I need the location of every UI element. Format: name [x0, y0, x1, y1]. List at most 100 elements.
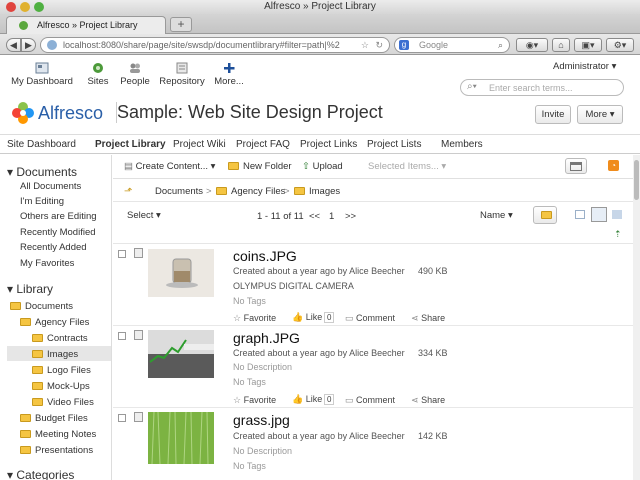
nav-more[interactable]: More...	[212, 62, 246, 87]
browser-search-bar[interactable]: g Google ⌕	[394, 37, 510, 53]
tree-budget-files[interactable]: Budget Files	[20, 413, 88, 424]
grass-thumbnail[interactable]	[148, 412, 214, 464]
new-folder-button[interactable]: New Folder	[228, 161, 292, 172]
tree-presentations[interactable]: Presentations	[20, 445, 93, 456]
site-nav-project-wiki[interactable]: Project Wiki	[173, 139, 226, 150]
filter-im-editing[interactable]: I'm Editing	[20, 196, 64, 207]
categories-section-header[interactable]: ▾ Categories	[7, 468, 74, 480]
upload-arrow-icon[interactable]: ⇡	[614, 229, 622, 240]
site-nav-dashboard[interactable]: Site Dashboard	[7, 139, 76, 150]
zoom-window-icon[interactable]	[34, 2, 44, 12]
folder-icon	[540, 211, 552, 219]
home-icon[interactable]: ⌂	[552, 38, 570, 52]
filter-recently-added[interactable]: Recently Added	[20, 242, 87, 253]
comment-action[interactable]: ▭ Comment	[345, 395, 395, 406]
tree-contracts[interactable]: Contracts	[32, 333, 88, 344]
share-action[interactable]: ⋖ Share	[411, 395, 445, 406]
reload-icon[interactable]: ↻	[375, 38, 383, 52]
tree-documents[interactable]: Documents	[10, 301, 73, 312]
create-content-button[interactable]: ▤ Create Content... ▾	[124, 161, 215, 172]
row-checkbox[interactable]	[118, 332, 126, 340]
share-icon: ⋖	[411, 313, 419, 323]
favorite-action[interactable]: ☆ Favorite	[233, 313, 276, 324]
breadcrumb-images[interactable]: Images	[294, 186, 340, 197]
new-tab-button[interactable]: +	[170, 17, 192, 32]
url-bar[interactable]: localhost:8080/share/page/site/swsdp/doc…	[40, 37, 390, 53]
comment-action[interactable]: ▭ Comment	[345, 313, 395, 324]
site-nav-project-faq[interactable]: Project FAQ	[236, 139, 290, 150]
select-menu[interactable]: Select ▾	[127, 210, 161, 221]
documents-section-header[interactable]: ▾ Documents	[7, 165, 77, 179]
nav-my-dashboard[interactable]: My Dashboard	[10, 62, 74, 87]
browser-tab[interactable]: Alfresco » Project Library	[6, 16, 166, 34]
tree-mock-ups[interactable]: Mock-Ups	[32, 381, 90, 392]
selected-items-button[interactable]: Selected Items... ▾	[368, 161, 446, 172]
breadcrumb-documents[interactable]: Documents	[155, 186, 203, 197]
scrollbar[interactable]	[633, 155, 640, 480]
paging-next[interactable]: >>	[345, 211, 356, 222]
share-action[interactable]: ⋖ Share	[411, 313, 445, 324]
upload-button[interactable]: ⇧ Upload	[302, 161, 343, 172]
forward-button[interactable]: ▶	[21, 38, 36, 52]
sort-by-menu[interactable]: Name ▾	[480, 210, 513, 221]
gallery-view-icon[interactable]	[612, 210, 622, 219]
tools-icon[interactable]: ⚙▾	[606, 38, 634, 52]
like-action[interactable]: 👍 Like 0	[292, 394, 335, 405]
app-search-input[interactable]: ⌕▾ Enter search terms...	[460, 79, 624, 96]
people-icon	[130, 63, 140, 73]
minimize-window-icon[interactable]	[20, 2, 30, 12]
folder-icon	[32, 398, 43, 406]
coins-thumbnail[interactable]	[148, 249, 214, 297]
like-action[interactable]: 👍 Like 0	[292, 312, 335, 323]
tree-images[interactable]: Images	[32, 349, 78, 360]
tree-video-files[interactable]: Video Files	[32, 397, 94, 408]
user-menu[interactable]: Administrator ▾	[553, 61, 616, 72]
detailed-view-icon[interactable]	[591, 207, 607, 222]
scrollbar-thumb[interactable]	[634, 160, 639, 200]
logo-text: Alfresco	[38, 103, 104, 123]
nav-sites[interactable]: Sites	[84, 62, 112, 87]
nav-repository[interactable]: Repository	[158, 62, 206, 87]
favorite-action[interactable]: ☆ Favorite	[233, 395, 276, 406]
filter-my-favorites[interactable]: My Favorites	[20, 258, 74, 269]
folder-up-icon[interactable]: ⬏	[124, 186, 132, 197]
site-nav-project-library[interactable]: Project Library	[95, 139, 166, 150]
close-window-icon[interactable]	[6, 2, 16, 12]
addon-button[interactable]: ◉▾	[516, 38, 548, 52]
file-name[interactable]: grass.jpg	[233, 412, 290, 428]
invite-button[interactable]: Invite	[535, 105, 571, 124]
library-section-header[interactable]: ▾ Library	[7, 282, 53, 296]
back-button[interactable]: ◀	[6, 38, 21, 52]
tree-logo-files[interactable]: Logo Files	[32, 365, 91, 376]
filter-recently-modified[interactable]: Recently Modified	[20, 227, 96, 238]
bookmark-star-icon[interactable]: ☆	[361, 38, 369, 52]
show-folders-button[interactable]	[533, 206, 557, 224]
app-search-placeholder: Enter search terms...	[489, 83, 573, 93]
file-tags: No Tags	[233, 377, 266, 387]
new-folder-label: New Folder	[243, 161, 292, 172]
simple-view-icon[interactable]	[575, 210, 585, 219]
site-nav-project-links[interactable]: Project Links	[300, 139, 357, 150]
filter-all-documents[interactable]: All Documents	[20, 181, 81, 192]
site-nav-project-lists[interactable]: Project Lists	[367, 139, 421, 150]
tree-meeting-notes[interactable]: Meeting Notes	[20, 429, 96, 440]
file-tags: No Tags	[233, 461, 266, 471]
paging-current-page[interactable]: 1	[329, 211, 334, 222]
nav-people[interactable]: People	[118, 62, 152, 87]
library-header-label: Library	[16, 282, 54, 296]
rss-icon[interactable]: ◔	[608, 160, 619, 171]
graph-thumbnail[interactable]	[148, 330, 214, 378]
site-nav-members[interactable]: Members	[441, 139, 483, 150]
paging-prev[interactable]: <<	[309, 211, 320, 222]
file-name[interactable]: coins.JPG	[233, 248, 297, 264]
thumbs-up-icon: 👍	[292, 312, 304, 322]
breadcrumb-agency-files[interactable]: Agency Files	[216, 186, 285, 197]
toggle-panel-button[interactable]	[565, 158, 587, 174]
site-more-button[interactable]: More ▾	[577, 105, 623, 124]
tree-agency-files[interactable]: Agency Files	[20, 317, 89, 328]
row-checkbox[interactable]	[118, 414, 126, 422]
filter-others-editing[interactable]: Others are Editing	[20, 211, 97, 222]
row-checkbox[interactable]	[118, 250, 126, 258]
file-name[interactable]: graph.JPG	[233, 330, 300, 346]
screenshot-icon[interactable]: ▣▾	[574, 38, 602, 52]
